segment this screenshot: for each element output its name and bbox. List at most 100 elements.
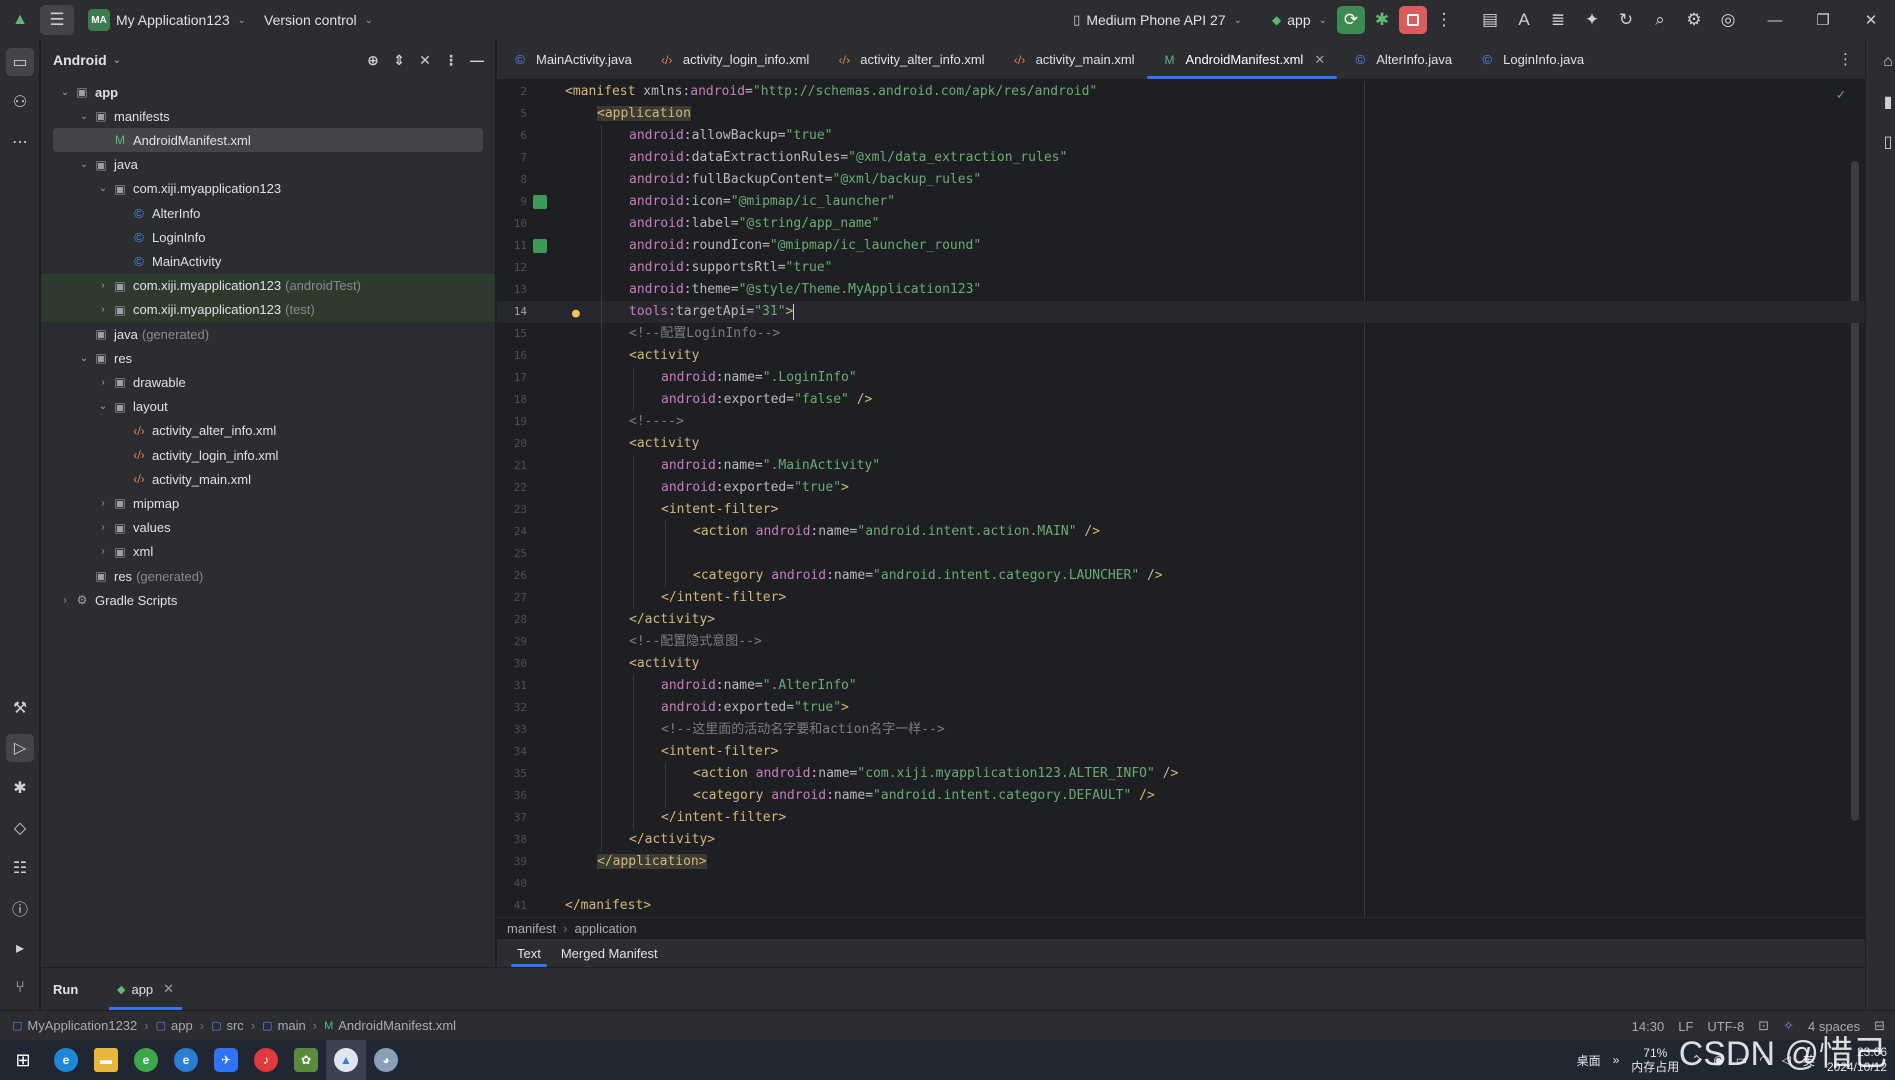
editor-tab[interactable]: ‹/› activity_main.xml [997,40,1147,79]
code-line[interactable]: 16 <activity [497,345,1865,367]
ime-indicator[interactable]: 英 [1803,1052,1815,1069]
code-line[interactable]: 11 android:roundIcon="@mipmap/ic_launcher… [497,235,1865,257]
status-path-item[interactable]: MyApplication1232 [27,1018,137,1033]
problems-icon[interactable]: ⓘ [6,894,34,922]
device-mirror-icon[interactable]: ▯ [1874,128,1895,156]
tree-item[interactable]: ▣ java (generated) [41,322,495,346]
file-encoding[interactable]: UTF-8 [1707,1019,1744,1034]
code-line[interactable]: 6 android:allowBackup="true" [497,125,1865,147]
options-icon[interactable]: ⋮ [441,52,461,69]
minimize-window-icon[interactable]: — [1751,0,1799,40]
intention-bulb-icon[interactable]: ● [572,303,580,325]
tree-item[interactable]: › ⚙ Gradle Scripts [41,588,495,612]
editor-tab[interactable]: © LoginInfo.java [1464,40,1596,79]
code-line[interactable]: 15 <!--配置LoginInfo--> [497,323,1865,345]
chevron-up-icon[interactable]: ⌃ [1691,1053,1701,1067]
tray-app-icon[interactable]: ◉ [1713,1053,1723,1067]
netease-music-icon[interactable]: ♪ [246,1040,286,1080]
status-path-item[interactable]: main [278,1018,306,1033]
search-icon[interactable]: ⌕ [1643,5,1677,35]
misc-app-icon[interactable]: ◕ [366,1040,406,1080]
chevron-down-icon[interactable]: ⌄ [95,183,111,194]
tree-item[interactable]: ⌄ ▣ res [41,346,495,370]
tree-item[interactable]: ⌄ ▣ layout [41,395,495,419]
chevron-right-icon[interactable]: › [95,546,111,557]
code-line[interactable]: 12 android:supportsRtl="true" [497,257,1865,279]
code-line[interactable]: 39 </application> [497,851,1865,873]
chevron-down-icon[interactable]: ⌄ [57,87,73,98]
code-line[interactable]: 22 android:exported="true"> [497,477,1865,499]
volume-icon[interactable]: ◁ [1782,1053,1791,1067]
debug-tool-icon[interactable]: ✱ [6,774,34,802]
tree-item[interactable]: ‹/› activity_main.xml [41,467,495,491]
chevron-right-icon[interactable]: » [1613,1053,1620,1067]
code-line[interactable]: 27 </intent-filter> [497,587,1865,609]
device-manager-icon[interactable]: ▤ [1473,5,1507,35]
chevron-down-icon[interactable]: ⌄ [95,401,111,412]
code-line[interactable]: 5 <application [497,103,1865,125]
build-tool-icon[interactable]: ⚒ [6,694,34,722]
editor-tab[interactable]: © MainActivity.java [497,40,644,79]
readonly-lock-icon[interactable]: ⊡ [1758,1018,1769,1034]
rerun-icon[interactable]: ⟳ [1337,6,1365,34]
tree-item[interactable]: › ▣ drawable [41,370,495,394]
terminal-icon[interactable]: ▸ [6,934,34,962]
expand-all-icon[interactable]: ⇕ [389,52,409,69]
logcat-icon[interactable]: ☷ [6,854,34,882]
more-tools-icon[interactable]: ⋯ [6,128,34,156]
code-line[interactable]: 29 <!--配置隐式意图--> [497,631,1865,653]
code-line[interactable]: 18 android:exported="false" /> [497,389,1865,411]
run-config-selector[interactable]: ◆ app ⌄ [1266,5,1333,35]
tree-item[interactable]: ⌄ ▣ java [41,153,495,177]
code-line[interactable]: 9 android:icon="@mipmap/ic_launcher" [497,191,1865,213]
code-line[interactable]: 7 android:dataExtractionRules="@xml/data_… [497,147,1865,169]
notifications-icon[interactable]: ⌂ [1874,48,1895,76]
tab-options-icon[interactable]: ⋮ [1838,50,1853,68]
desktop-label[interactable]: 桌面 [1577,1052,1601,1069]
code-line[interactable]: 21 android:name=".MainActivity" [497,455,1865,477]
code-line[interactable]: 25 [497,543,1865,565]
restore-window-icon[interactable]: ❐ [1799,0,1847,40]
stop-button[interactable] [1399,6,1427,34]
android-studio-task-icon[interactable]: ▲ [326,1040,366,1080]
tree-item[interactable]: ⌄ ▣ com.xiji.myapplication123 [41,177,495,201]
code-line[interactable]: 32 android:exported="true"> [497,697,1865,719]
status-path-item[interactable]: AndroidManifest.xml [338,1018,456,1033]
gradle-tool-icon[interactable]: ▮ [1874,88,1895,116]
tree-item[interactable]: › ▣ xml [41,540,495,564]
code-line[interactable]: 14 ● tools:targetApi="31"> [497,301,1865,323]
editor-tab[interactable]: © AlterInfo.java [1337,40,1464,79]
code-line[interactable]: 37 </intent-filter> [497,807,1865,829]
tree-item[interactable]: › ▣ mipmap [41,491,495,515]
status-path-item[interactable]: app [171,1018,193,1033]
tree-item[interactable]: M AndroidManifest.xml [53,128,483,153]
chevron-right-icon[interactable]: › [57,595,73,606]
status-path-item[interactable]: src [226,1018,243,1033]
launcher-icon-preview-icon[interactable] [533,195,547,209]
code-line[interactable]: 38 </activity> [497,829,1865,851]
chevron-down-icon[interactable]: ⌄ [76,159,92,170]
indent-setting[interactable]: 4 spaces [1808,1019,1860,1034]
edge-browser-icon[interactable]: e [46,1040,86,1080]
tree-item[interactable]: ‹/› activity_login_info.xml [41,443,495,467]
editor-tab[interactable]: ‹/› activity_alter_info.xml [821,40,996,79]
code-line[interactable]: 24 <action android:name="android.intent.a… [497,521,1865,543]
git-icon[interactable]: ⑂ [6,974,34,1002]
vcs-lock-icon[interactable]: ⊟ [1874,1018,1885,1034]
chevron-down-icon[interactable]: ⌄ [76,353,92,364]
code-line[interactable]: 26 <category android:name="android.intent… [497,565,1865,587]
run-tool-icon[interactable]: ▷ [6,734,34,762]
collapse-all-icon[interactable]: ✕ [415,52,435,69]
code-line[interactable]: 20 <activity [497,433,1865,455]
tree-item[interactable]: › ▣ com.xiji.myapplication123 (androidTest) [41,273,495,298]
debug-icon[interactable]: ✱ [1365,5,1399,35]
caret-position[interactable]: 14:30 [1632,1019,1665,1034]
account-icon[interactable]: ◎ [1711,5,1745,35]
resource-manager-icon[interactable]: ⚇ [6,88,34,116]
chevron-down-icon[interactable]: ⌄ [76,111,92,122]
editor-tab[interactable]: M AndroidManifest.xml ✕ [1146,40,1338,79]
code-editor[interactable]: ✓ 2 <manifest xmlns:android="http://schem… [497,81,1865,917]
breadcrumb-item[interactable]: manifest [507,921,556,936]
manifest-view-tab[interactable]: Merged Manifest [551,939,668,967]
chevron-right-icon[interactable]: › [95,522,111,533]
